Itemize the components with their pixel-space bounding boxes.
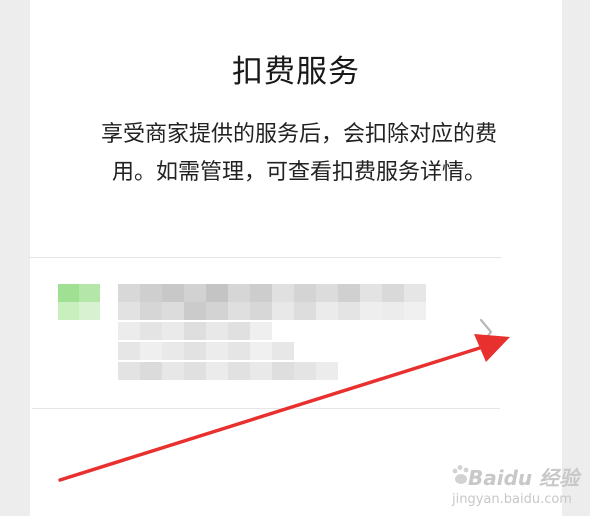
watermark-site: jingyan.baidu.com xyxy=(452,492,572,507)
annotation-arrow xyxy=(58,334,510,482)
baidu-watermark: Baidu 经验 jingyan.baidu.com xyxy=(452,456,588,514)
watermark-brand: Baidu 经验 xyxy=(468,466,580,490)
